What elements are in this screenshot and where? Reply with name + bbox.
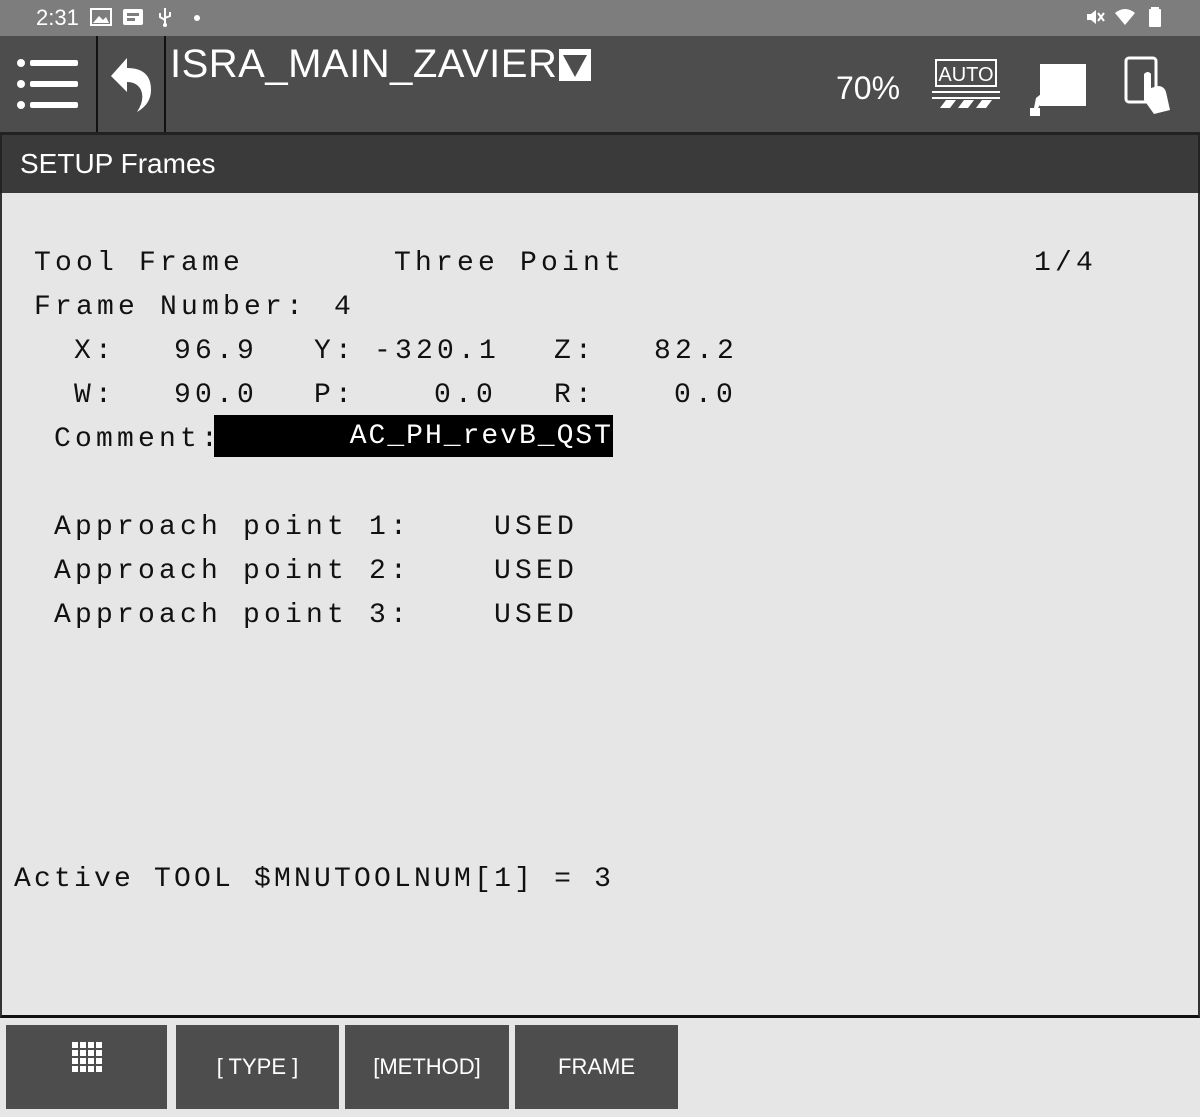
comment-field[interactable]: AC_PH_revB_QST xyxy=(214,415,613,457)
touch-enable-icon[interactable] xyxy=(1118,54,1178,125)
back-arrow-icon xyxy=(111,58,151,112)
comment-label: Comment: xyxy=(54,424,223,455)
back-button[interactable] xyxy=(98,36,166,132)
screen-title-bar: SETUP Frames xyxy=(0,133,1200,195)
approach-point-2-label[interactable]: Approach point 2: xyxy=(54,556,411,587)
y-value[interactable]: -320.1 xyxy=(374,336,500,367)
x-value[interactable]: 96.9 xyxy=(174,336,258,367)
frame-setup-panel: Tool Frame Three Point 1/4 Frame Number:… xyxy=(0,193,1200,1018)
frame-number-value[interactable]: 4 xyxy=(334,292,355,323)
grid-icon xyxy=(71,1042,102,1072)
z-value[interactable]: 82.2 xyxy=(654,336,738,367)
w-label: W: xyxy=(74,380,117,411)
status-bar: 2:31 xyxy=(0,0,1200,36)
approach-point-1-label[interactable]: Approach point 1: xyxy=(54,512,411,543)
page-indicator: 1/4 xyxy=(1034,248,1098,279)
frame-method-label: Three Point xyxy=(394,248,626,279)
frame-number-label: Frame Number: xyxy=(34,292,308,323)
approach-point-2-status: USED xyxy=(494,556,579,587)
y-label: Y: xyxy=(314,336,357,367)
approach-point-1-status: USED xyxy=(494,512,579,543)
mute-icon xyxy=(1087,10,1105,24)
r-label: R: xyxy=(554,380,597,411)
method-softkey[interactable]: [METHOD] xyxy=(345,1025,509,1109)
z-label: Z: xyxy=(554,336,597,367)
robot-teach-icon[interactable] xyxy=(1026,54,1090,125)
program-name: ISRA_MAIN_ZAVIER xyxy=(170,42,558,86)
frame-softkey[interactable]: FRAME xyxy=(515,1025,678,1109)
active-tool-line: Active TOOL $MNUTOOLNUM[1] = 3 xyxy=(14,864,615,895)
dot-icon xyxy=(194,15,200,21)
menu-button[interactable] xyxy=(0,36,98,132)
status-time: 2:31 xyxy=(36,5,79,30)
approach-point-3-label[interactable]: Approach point 3: xyxy=(54,600,411,631)
hamburger-menu-icon xyxy=(17,59,78,109)
dropdown-triangle-icon xyxy=(559,48,592,81)
battery-icon xyxy=(1149,7,1161,27)
usb-icon xyxy=(159,8,171,27)
auto-mode-label: AUTO xyxy=(938,64,993,86)
top-toolbar: ISRA_MAIN_ZAVIER 70% AUTO xyxy=(0,36,1200,135)
image-icon xyxy=(90,8,112,26)
type-softkey[interactable]: [ TYPE ] xyxy=(176,1025,339,1109)
p-value[interactable]: 0.0 xyxy=(434,380,497,411)
speed-override[interactable]: 70% xyxy=(836,70,900,107)
softkey-menu-button[interactable] xyxy=(6,1025,167,1109)
wifi-icon xyxy=(1115,9,1135,25)
approach-point-3-status: USED xyxy=(494,600,579,631)
screen-title: SETUP Frames xyxy=(20,148,216,179)
p-label: P: xyxy=(314,380,357,411)
x-label: X: xyxy=(74,336,117,367)
auto-mode-icon[interactable]: AUTO xyxy=(930,54,1002,115)
program-selector[interactable]: ISRA_MAIN_ZAVIER xyxy=(170,42,592,87)
frame-type-label: Tool Frame xyxy=(34,248,245,279)
function-key-bar: [ TYPE ] [METHOD] FRAME xyxy=(0,1018,1200,1117)
badge-icon xyxy=(123,9,143,25)
r-value[interactable]: 0.0 xyxy=(674,380,737,411)
w-value[interactable]: 90.0 xyxy=(174,380,258,411)
